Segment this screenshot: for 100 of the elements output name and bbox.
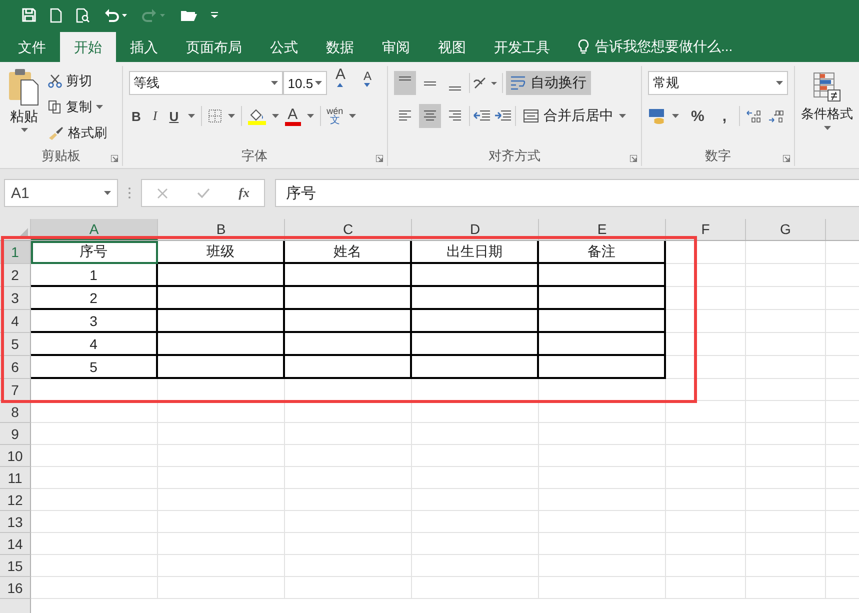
increase-indent-icon[interactable]	[494, 110, 512, 122]
phonetic-guide-button[interactable]: wén 文	[326, 106, 344, 126]
row-header[interactable]: 5	[0, 333, 31, 356]
decrease-decimal-icon[interactable]	[768, 109, 784, 123]
table-cell: 出生日期	[412, 241, 539, 264]
copy-icon	[48, 100, 62, 114]
new-document-icon[interactable]	[50, 8, 62, 22]
wrap-text-button[interactable]: 自动换行	[506, 71, 591, 95]
group-label: 字体	[242, 147, 268, 165]
wrap-text-icon	[510, 76, 526, 90]
table-cell: 3	[31, 310, 158, 333]
row-header[interactable]: 13	[0, 511, 31, 533]
caret-icon	[20, 128, 28, 132]
column-header[interactable]: C	[285, 219, 412, 240]
comma-style-button[interactable]: ,	[716, 108, 733, 124]
dialog-launcher-icon[interactable]	[110, 155, 118, 162]
align-lines-icon	[422, 110, 437, 122]
font-name-dropdown[interactable]: 等线	[128, 71, 283, 95]
clipboard-icon	[8, 68, 40, 106]
table-cell: 2	[31, 287, 158, 310]
align-lines-icon	[422, 80, 437, 86]
ribbon-tab[interactable]: 开发工具	[480, 32, 564, 62]
row-header[interactable]: 9	[0, 423, 31, 445]
row-header[interactable]: 6	[0, 356, 31, 379]
insert-function-button[interactable]: fx	[238, 185, 250, 201]
dialog-launcher-icon[interactable]	[630, 155, 637, 162]
font-size-dropdown[interactable]: 10.5	[282, 71, 327, 95]
caret-icon	[228, 114, 235, 118]
ribbon-tab[interactable]: 视图	[424, 32, 480, 62]
underline-button[interactable]: U	[166, 108, 182, 124]
italic-button[interactable]: I	[150, 108, 160, 124]
column-header[interactable]: F	[666, 219, 746, 240]
border-icon[interactable]	[208, 109, 222, 123]
format-painter-button[interactable]: 格式刷	[48, 122, 107, 144]
save-icon[interactable]	[22, 8, 36, 22]
customize-caret-icon[interactable]	[211, 12, 218, 18]
row-header[interactable]: 4	[0, 310, 31, 333]
row-header[interactable]: 2	[0, 264, 31, 287]
conditional-format-button[interactable]: 条件格式	[801, 72, 853, 130]
number-format-dropdown[interactable]: 常规	[648, 71, 788, 95]
paste-button[interactable]: 粘贴	[6, 66, 42, 146]
column-header[interactable]: G	[746, 219, 826, 240]
ribbon-tab[interactable]: 公式	[256, 32, 312, 62]
merge-center-button[interactable]: 合并后居中	[518, 104, 630, 128]
row-header[interactable]: 15	[0, 555, 31, 577]
ribbon-tab[interactable]: 页面布局	[172, 32, 256, 62]
caret-icon	[188, 114, 195, 118]
fill-bucket-icon[interactable]	[248, 108, 266, 124]
row-header[interactable]: 11	[0, 467, 31, 489]
row-header[interactable]: 1	[0, 241, 31, 264]
brush-icon	[48, 126, 64, 140]
shrink-font-button[interactable]: A	[360, 69, 381, 97]
ribbon-tab[interactable]: 文件	[4, 32, 60, 62]
font-color-button[interactable]: A	[284, 106, 301, 126]
check-icon[interactable]	[196, 188, 210, 198]
increase-decimal-icon[interactable]	[746, 109, 762, 123]
print-preview-icon[interactable]	[76, 8, 90, 22]
column-header[interactable]: B	[158, 219, 285, 240]
ribbon-tab[interactable]: 审阅	[368, 32, 424, 62]
ribbon-tab[interactable]: 开始	[60, 32, 116, 62]
copy-button[interactable]: 复制	[48, 96, 107, 118]
align-top-button[interactable]	[394, 71, 416, 95]
column-header[interactable]: D	[412, 219, 539, 240]
row-header[interactable]: 14	[0, 533, 31, 555]
caret-icon	[270, 81, 278, 85]
table-cell: 1	[31, 264, 158, 287]
grow-font-button[interactable]: A	[332, 66, 354, 100]
orientation-icon[interactable]	[472, 76, 499, 90]
folder-icon[interactable]	[180, 8, 197, 22]
ribbon-tab[interactable]: 数据	[312, 32, 368, 62]
decrease-indent-icon[interactable]	[472, 110, 491, 122]
table-cell: 班级	[158, 241, 285, 264]
caret-icon	[272, 114, 279, 118]
row-header[interactable]: 3	[0, 287, 31, 310]
caret-icon	[349, 114, 356, 118]
ribbon-tab[interactable]: 插入	[116, 32, 172, 62]
currency-icon[interactable]	[648, 108, 666, 124]
name-box[interactable]: A1	[4, 179, 118, 207]
caret-icon	[96, 105, 103, 109]
align-lines-icon	[448, 86, 462, 91]
row-header[interactable]: 8	[0, 401, 31, 423]
row-header[interactable]: 16	[0, 577, 31, 599]
undo-icon[interactable]	[104, 8, 128, 22]
bold-button[interactable]: B	[128, 108, 144, 124]
caret-icon	[618, 114, 626, 118]
lightbulb-icon	[578, 39, 589, 55]
column-header[interactable]: E	[539, 219, 666, 240]
percent-button[interactable]: %	[685, 108, 710, 124]
caret-icon	[306, 114, 314, 118]
caret-icon	[104, 191, 111, 195]
row-header[interactable]: 10	[0, 445, 31, 467]
dialog-launcher-icon[interactable]	[376, 155, 383, 162]
row-header[interactable]: 12	[0, 489, 31, 511]
dialog-launcher-icon[interactable]	[783, 155, 790, 162]
align-center-button[interactable]	[418, 104, 441, 128]
group-label: 数字	[705, 147, 731, 165]
tell-me-search[interactable]: 告诉我您想要做什么...	[595, 38, 733, 56]
cut-button[interactable]: 剪切	[48, 70, 107, 92]
formula-input-field[interactable]: 序号	[275, 179, 859, 207]
caret-icon	[824, 126, 830, 130]
